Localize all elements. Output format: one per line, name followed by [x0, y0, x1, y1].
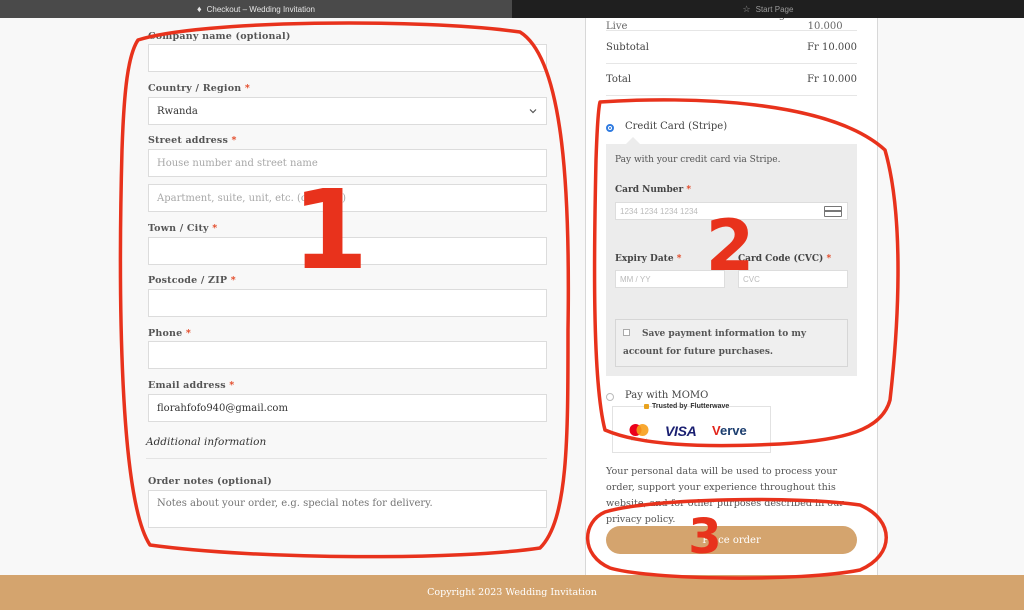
place-order-button[interactable]: Place order [606, 526, 857, 554]
flutterwave-logo: Flutterwave [690, 403, 730, 410]
email-field[interactable]: florahfofo940@gmail.com [148, 394, 547, 422]
stripe-radio[interactable] [606, 124, 614, 132]
phone-label: Phone * [148, 328, 192, 339]
postcode-field[interactable] [148, 289, 547, 317]
star-icon: ☆ [742, 3, 751, 14]
lock-icon [644, 404, 649, 409]
street-label: Street address * [148, 135, 237, 146]
country-label: Country / Region * [148, 83, 251, 94]
company-label: Company name (optional) [148, 31, 291, 42]
tab-title: Checkout – Wedding Invitation [206, 4, 315, 14]
credit-card-icon [824, 206, 842, 217]
svg-text:mastercard: mastercard [631, 438, 646, 442]
city-label: Town / City * [148, 223, 218, 234]
stripe-description: Pay with your credit card via Stripe. [615, 155, 781, 165]
additional-info-heading: Additional information [146, 436, 267, 448]
copyright-text: Copyright 2023 Wedding Invitation [427, 587, 597, 598]
divider [146, 458, 547, 459]
apartment-field[interactable]: Apartment, suite, unit, etc. (optional) [148, 184, 547, 212]
momo-radio[interactable] [606, 393, 614, 401]
subtotal-value: Fr 10.000 [807, 41, 857, 53]
expiry-field[interactable]: MM / YY [615, 270, 725, 288]
country-value: Rwanda [157, 105, 198, 117]
city-field[interactable] [148, 237, 547, 265]
visa-icon: VISA [665, 423, 697, 439]
expiry-label: Expiry Date * [615, 254, 682, 264]
notes-label: Order notes (optional) [148, 476, 272, 487]
stripe-label[interactable]: Credit Card (Stripe) [625, 121, 727, 132]
tab-title: Start Page [755, 4, 794, 14]
browser-tab-bar: ♦ Checkout – Wedding Invitation ☆ Start … [0, 0, 1024, 18]
cvc-field[interactable]: CVC [738, 270, 848, 288]
trusted-by-text: Trusted by Flutterwave [644, 403, 729, 410]
chevron-down-icon [529, 109, 537, 114]
postcode-label: Postcode / ZIP * [148, 275, 236, 286]
street-address-field[interactable]: House number and street name [148, 149, 547, 177]
card-number-field[interactable]: 1234 1234 1234 1234 [615, 202, 848, 220]
save-payment-label[interactable]: Save payment information to my account f… [623, 325, 843, 361]
tab-checkout[interactable]: ♦ Checkout – Wedding Invitation [0, 0, 512, 18]
privacy-notice: Your personal data will be used to proce… [606, 466, 844, 525]
total-value: Fr 10.000 [807, 74, 857, 85]
subtotal-row: Subtotal Fr 10.000 [606, 30, 857, 63]
country-select[interactable]: Rwanda [148, 97, 547, 125]
momo-label[interactable]: Pay with MOMO [625, 390, 708, 401]
email-label: Email address * [148, 380, 235, 391]
subtotal-label: Subtotal [606, 41, 649, 53]
order-notes-field[interactable] [148, 490, 547, 528]
cvc-label: Card Code (CVC) * [738, 254, 832, 264]
total-row: Total Fr 10.000 [606, 63, 857, 96]
checkout-page: Company name (optional) Country / Region… [0, 18, 1024, 575]
site-icon: ♦ [197, 4, 202, 14]
card-number-label: Card Number * [615, 185, 692, 195]
verve-icon: Verve [712, 423, 747, 438]
mastercard-icon: mastercard [629, 424, 649, 442]
tab-start-page[interactable]: ☆ Start Page [512, 0, 1024, 18]
phone-field[interactable] [148, 341, 547, 369]
footer: Copyright 2023 Wedding Invitation [0, 575, 1024, 610]
total-label: Total [606, 74, 632, 85]
payment-box-pointer [626, 137, 640, 144]
company-field[interactable] [148, 44, 547, 72]
